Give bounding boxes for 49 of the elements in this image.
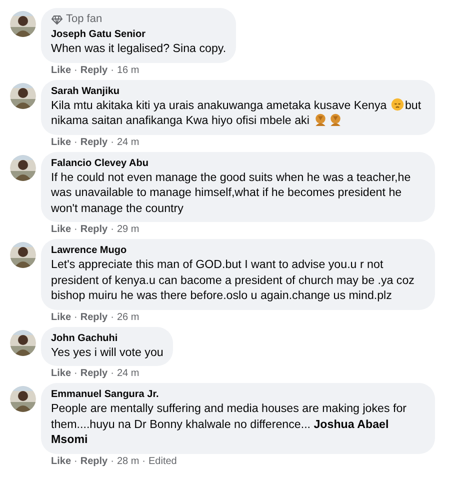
reply-link[interactable]: Reply	[80, 312, 108, 324]
comment-time: 24 m	[116, 136, 140, 148]
author-name[interactable]: Joseph Gatu Senior	[51, 28, 226, 41]
separator-dot: ·	[110, 224, 114, 236]
reply-link[interactable]: Reply	[80, 456, 108, 468]
like-link[interactable]: Like	[51, 64, 72, 76]
author-name[interactable]: Falancio Clevey Abu	[51, 156, 425, 170]
separator-dot: ·	[110, 136, 114, 148]
reply-link[interactable]: Reply	[80, 136, 108, 148]
reply-link[interactable]: Reply	[80, 64, 108, 76]
author-name[interactable]: Sarah Wanjiku	[51, 84, 425, 98]
author-name[interactable]: Lawrence Mugo	[51, 244, 425, 257]
facepalm-emoji-icon	[314, 113, 327, 126]
comment-text: Kila mtu akitaka kiti ya urais anakuwanga ametaka kusave Kenya but nikama saitan anafikanga Kwa hiyo ofisi mbele aki	[51, 98, 422, 128]
comment-time: 29 m	[116, 224, 140, 236]
separator-dot: ·	[74, 312, 78, 324]
separator-dot: ·	[110, 64, 114, 76]
separator-dot: ·	[74, 224, 78, 236]
edited-label: Edited	[148, 456, 177, 468]
separator-dot: ·	[110, 456, 114, 468]
separator-dot: ·	[110, 368, 114, 380]
separator-dot: ·	[74, 456, 78, 468]
comment-text: If he could not even manage the good suits when he was a teacher,he was unavailable to manage himself,what if he becomes president he won't manage the country	[51, 170, 412, 216]
like-link[interactable]: Like	[51, 312, 72, 324]
diamond-icon	[51, 14, 63, 24]
like-link[interactable]: Like	[51, 136, 72, 148]
comment-text: When was it legalised? Sina copy.	[51, 41, 226, 56]
separator-dot: ·	[110, 312, 114, 324]
comment-time: 28 m	[116, 456, 140, 468]
reply-link[interactable]: Reply	[80, 224, 108, 236]
like-link[interactable]: Like	[51, 368, 72, 380]
top-fan-label: Top fan	[66, 13, 102, 26]
comment-text: People are mentally suffering and media houses are making jokes for them....huyu na Dr Bonny khalwale no difference... Joshua Abael Msomi	[51, 401, 408, 448]
comment-text: Yes yes i will vote you	[51, 344, 164, 360]
emoji-icon	[390, 98, 404, 110]
like-link[interactable]: Like	[51, 456, 72, 468]
separator-dot: ·	[74, 368, 78, 380]
facepalm-emoji-icon	[328, 113, 342, 126]
reply-link[interactable]: Reply	[80, 368, 108, 380]
comment-time: 26 m	[116, 312, 140, 324]
separator-dot: ·	[74, 136, 78, 148]
comment-time: 24 m	[116, 368, 140, 380]
like-link[interactable]: Like	[51, 224, 72, 236]
separator-dot: ·	[74, 64, 78, 76]
separator-dot: ·	[142, 456, 146, 468]
comment-time: 16 m	[116, 64, 140, 76]
author-name[interactable]: John Gachuhi	[51, 332, 164, 344]
author-name[interactable]: Emmanuel Sangura Jr.	[51, 388, 425, 401]
comment-text: Let's appreciate this man of GOD.but I want to advise you.u r not president of kenya.u can bacome a president of church may be .ya coz bishop muiru he was there before.oslo u again.change us mind.plz	[51, 257, 416, 304]
